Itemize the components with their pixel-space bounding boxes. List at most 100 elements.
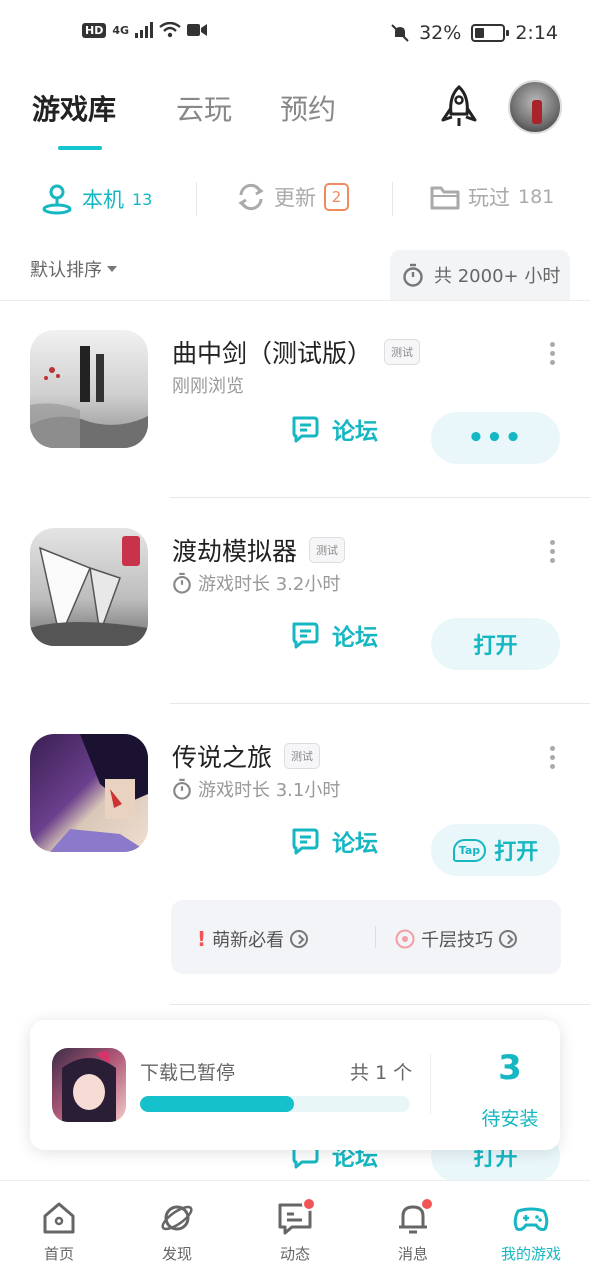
pending-install-label[interactable]: 待安装: [460, 1104, 560, 1131]
open-label: 打开: [494, 840, 539, 865]
nav-label: 首页: [43, 1245, 74, 1263]
notification-dot: [302, 1197, 316, 1211]
folder-icon: [430, 186, 460, 210]
game-icon[interactable]: [30, 734, 148, 852]
more-options-icon[interactable]: [550, 342, 556, 366]
test-tag: 测试: [309, 537, 346, 563]
download-status-card[interactable]: 下载已暂停 共 1 个 3 待安装: [30, 1020, 560, 1150]
nav-discover[interactable]: 发现: [132, 1199, 222, 1264]
rocket-icon[interactable]: [436, 84, 482, 130]
open-button[interactable]: Tap 打开: [431, 824, 560, 876]
download-count: 共 1 个: [350, 1062, 413, 1084]
tip-tricks[interactable]: 千层技巧: [395, 926, 517, 952]
stopwatch-icon: [403, 263, 423, 287]
divider: [392, 182, 393, 216]
game-card[interactable]: 渡劫模拟器 测试 游戏时长 3.2小时 论坛 打开: [0, 498, 590, 703]
active-tab-indicator: [58, 146, 102, 150]
divider: [430, 1054, 431, 1114]
forum-icon: [292, 416, 319, 443]
forum-label: 论坛: [332, 831, 378, 857]
planet-icon: [161, 1205, 193, 1231]
home-icon: [43, 1202, 75, 1234]
subtab-update[interactable]: 更新 2: [236, 182, 349, 212]
exclamation-icon: !: [197, 927, 207, 951]
game-icon[interactable]: [30, 330, 148, 448]
download-status: 下载已暂停: [140, 1062, 236, 1084]
divider: [196, 182, 197, 216]
open-label: 打开: [473, 634, 518, 659]
game-title[interactable]: 曲中剑（测试版）: [172, 334, 372, 370]
bell-icon: [394, 1197, 434, 1237]
game-icon[interactable]: [30, 528, 148, 646]
ink-painting-art: [30, 536, 148, 646]
tip-newbie[interactable]: ! 萌新必看: [197, 926, 309, 952]
test-tag: 测试: [284, 743, 321, 769]
more-options-icon[interactable]: [550, 540, 556, 564]
video-icon: [187, 24, 208, 36]
tab-cloud-play[interactable]: 云玩: [176, 88, 232, 128]
game-subtitle: 刚刚浏览: [172, 372, 244, 398]
stopwatch-icon: [173, 778, 191, 800]
game-title[interactable]: 渡劫模拟器: [172, 532, 297, 568]
game-subtitle: 游戏时长 3.2小时: [172, 570, 340, 596]
nav-label: 发现: [161, 1245, 192, 1263]
subtab-local-label: 本机: [82, 188, 124, 212]
game-card[interactable]: 传说之旅 测试 游戏时长 3.1小时 论坛 Tap 打开: [0, 704, 590, 909]
signal-icon: [135, 22, 154, 38]
hd-icon: HD: [82, 22, 107, 38]
refresh-icon: [238, 183, 264, 211]
download-progress-fill: [140, 1096, 294, 1112]
stopwatch-icon: [173, 572, 191, 594]
playtime: 游戏时长 3.2小时: [198, 574, 341, 595]
more-options-icon[interactable]: [550, 746, 556, 770]
gamepad-icon: [513, 1207, 549, 1231]
user-avatar[interactable]: [508, 80, 562, 134]
subtab-update-label: 更新: [274, 186, 316, 210]
open-button[interactable]: 打开: [431, 618, 560, 670]
circle-arrow-icon: [499, 930, 517, 948]
notification-dot: [420, 1197, 434, 1211]
ink-painting-art: [30, 346, 148, 448]
wifi-icon: [159, 22, 181, 38]
sort-dropdown[interactable]: 默认排序: [30, 256, 117, 282]
pixel-character-art: [50, 734, 148, 852]
chat-icon: [276, 1197, 316, 1237]
tab-reservation[interactable]: 预约: [280, 88, 336, 128]
nav-label: 消息: [397, 1245, 428, 1263]
subtab-local[interactable]: 本机 13: [40, 182, 152, 216]
nav-messages[interactable]: 消息: [368, 1197, 458, 1264]
forum-label: 论坛: [332, 625, 378, 651]
divider: [170, 1004, 590, 1005]
forum-button[interactable]: 论坛: [290, 412, 378, 446]
game-title[interactable]: 传说之旅: [172, 738, 272, 774]
forum-button[interactable]: 论坛: [290, 824, 378, 858]
game-card[interactable]: 曲中剑（测试版） 测试 刚刚浏览 论坛 •••: [0, 300, 590, 505]
subtab-played-label: 玩过: [468, 186, 510, 210]
more-dots-label: •••: [467, 423, 524, 453]
tips-panel: ! 萌新必看 千层技巧: [171, 900, 561, 974]
nav-my-games[interactable]: 我的游戏: [486, 1199, 576, 1264]
tip-label: 萌新必看: [212, 930, 285, 951]
game-title-row: 曲中剑（测试版） 测试: [172, 334, 421, 370]
flower-icon: [395, 929, 415, 949]
nav-feed[interactable]: 动态: [250, 1197, 340, 1264]
pending-install-count[interactable]: 3: [460, 1048, 560, 1088]
playtime: 游戏时长 3.1小时: [198, 780, 341, 801]
caret-down-icon: [107, 266, 117, 272]
forum-button[interactable]: 论坛: [290, 618, 378, 652]
subtab-played[interactable]: 玩过 181: [430, 182, 554, 212]
nav-home[interactable]: 首页: [14, 1199, 104, 1264]
nav-label: 动态: [279, 1245, 310, 1263]
status-bar: HD 4G 32% 2:14: [0, 0, 590, 70]
test-tag: 测试: [384, 339, 421, 365]
battery-percent: 32%: [419, 22, 462, 44]
forum-label: 论坛: [332, 419, 378, 445]
total-playtime: 共 2000+ 小时: [390, 250, 570, 300]
tab-game-library[interactable]: 游戏库: [32, 88, 116, 128]
game-action-button[interactable]: •••: [431, 412, 560, 464]
clock: 2:14: [515, 22, 558, 44]
subtab-played-count: 181: [518, 186, 555, 208]
status-left-icons: HD 4G: [82, 22, 208, 38]
mute-bell-icon: [391, 24, 409, 42]
game-title-row: 渡劫模拟器 测试: [172, 532, 346, 568]
